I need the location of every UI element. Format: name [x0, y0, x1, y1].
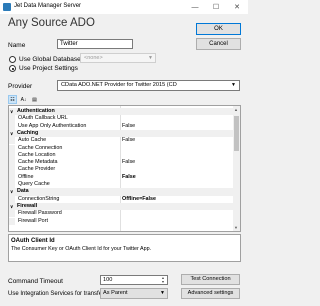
- row-gutter: [9, 217, 15, 225]
- chevron-down-icon: ▼: [231, 82, 236, 88]
- property-row[interactable]: Auto Cache False: [9, 137, 235, 145]
- minimize-button[interactable]: —: [186, 0, 204, 14]
- scroll-down-icon[interactable]: ▼: [234, 225, 238, 230]
- category-label: Firewall: [17, 202, 38, 209]
- window-title: Jet Data Manager Server: [14, 3, 82, 9]
- property-name: Cache Provider: [18, 166, 56, 173]
- property-name: Cache Metadata: [18, 159, 58, 166]
- advanced-settings-button[interactable]: Advanced settings: [181, 288, 240, 299]
- property-row[interactable]: Cache Provider: [9, 166, 235, 174]
- close-button[interactable]: ✕: [228, 0, 246, 14]
- property-value[interactable]: Offline=False: [122, 196, 156, 203]
- property-row[interactable]: Cache Metadata False: [9, 159, 235, 167]
- window-titlebar: Jet Data Manager Server — ☐ ✕: [0, 0, 248, 14]
- alphabetical-sort-icon[interactable]: A↓: [19, 95, 28, 104]
- property-category[interactable]: ∨ Caching: [9, 129, 235, 138]
- use-global-database-label: Use Global Database: [19, 56, 81, 63]
- property-value[interactable]: False: [122, 137, 135, 144]
- property-grid[interactable]: ∨ Authentication OAuth Callback URL Use App…: [8, 105, 241, 232]
- property-name: Cache Location: [18, 151, 56, 158]
- row-gutter: [9, 151, 15, 160]
- property-value[interactable]: False: [122, 159, 135, 166]
- property-row[interactable]: Query Cache: [9, 181, 235, 189]
- scroll-up-icon[interactable]: ▲: [234, 107, 238, 112]
- collapse-toggle-icon[interactable]: ∨: [10, 188, 13, 195]
- description-text: The Consumer Key or OAuth Client Id for …: [11, 246, 152, 252]
- row-gutter: [9, 115, 15, 123]
- property-name: Firewall Password: [18, 210, 62, 217]
- vertical-scrollbar[interactable]: ▲ ▼: [233, 106, 240, 231]
- provider-value: CData ADO.NET Provider for Twitter 2015 …: [61, 82, 177, 88]
- category-label: Data: [17, 188, 29, 195]
- use-project-settings-label: Use Project Settings: [19, 65, 78, 72]
- row-gutter: [9, 173, 15, 181]
- property-pages-icon[interactable]: ▤: [30, 95, 39, 104]
- page-title: Any Source ADO: [8, 17, 95, 29]
- maximize-button[interactable]: ☐: [207, 0, 225, 14]
- row-gutter: [9, 210, 15, 218]
- row-gutter: [9, 159, 15, 167]
- integration-services-value: As Parent: [103, 290, 128, 296]
- global-database-value: <none>: [84, 55, 103, 61]
- property-row[interactable]: ConnectionString Offline=False: [9, 195, 235, 203]
- description-title: OAuth Client Id: [11, 238, 55, 244]
- property-row[interactable]: Use App Only Authentication False: [9, 122, 235, 130]
- property-category[interactable]: ∨ Data: [9, 188, 235, 196]
- collapse-toggle-icon[interactable]: ∨: [10, 203, 13, 210]
- property-row[interactable]: Cache Connection: [9, 144, 235, 152]
- property-grid-toolbar: ☷ A↓ ▤: [8, 95, 39, 105]
- property-name: Auto Cache: [18, 137, 47, 144]
- property-value[interactable]: False: [122, 123, 135, 130]
- app-icon: [3, 3, 11, 11]
- property-value[interactable]: False: [122, 174, 136, 181]
- command-timeout-input[interactable]: 100: [100, 275, 168, 285]
- row-gutter: [9, 166, 15, 174]
- ok-button[interactable]: OK: [196, 23, 241, 35]
- chevron-down-icon: ▼: [148, 55, 153, 61]
- row-gutter: [9, 181, 15, 189]
- integration-services-select[interactable]: As Parent ▼: [100, 288, 168, 299]
- property-category[interactable]: ∨ Firewall: [9, 202, 235, 211]
- property-row[interactable]: Firewall Password: [9, 210, 235, 218]
- property-name: Query Cache: [18, 181, 50, 187]
- scrollbar-thumb[interactable]: [234, 116, 239, 151]
- name-label: Name: [8, 42, 26, 49]
- property-row[interactable]: OAuth Callback URL: [9, 115, 235, 123]
- chevron-down-icon: ▼: [160, 290, 165, 296]
- test-connection-button[interactable]: Test Connection: [181, 274, 240, 285]
- collapse-toggle-icon[interactable]: ∨: [10, 130, 13, 137]
- property-category[interactable]: ∨ Authentication: [9, 108, 235, 116]
- property-row[interactable]: Cache Location: [9, 151, 235, 160]
- category-label: Caching: [17, 129, 39, 136]
- integration-services-label: Use Integration Services for transfer: [8, 291, 105, 297]
- row-gutter: [9, 195, 15, 203]
- property-description-panel: OAuth Client Id The Consumer Key or OAut…: [8, 234, 241, 262]
- property-name: OAuth Callback URL: [18, 115, 68, 122]
- provider-select[interactable]: CData ADO.NET Provider for Twitter 2015 …: [57, 80, 240, 91]
- command-timeout-label: Command Timeout: [8, 278, 63, 285]
- categorized-view-icon[interactable]: ☷: [8, 95, 17, 104]
- use-project-settings-radio[interactable]: [9, 65, 16, 72]
- row-gutter: [9, 122, 15, 130]
- category-label: Authentication: [17, 108, 55, 114]
- provider-label: Provider: [8, 83, 33, 90]
- command-timeout-stepper[interactable]: ▲ ▼: [159, 276, 167, 284]
- property-name: ConnectionString: [18, 195, 60, 202]
- name-input[interactable]: Twitter: [57, 39, 133, 49]
- cancel-button[interactable]: Cancel: [196, 38, 241, 50]
- property-row[interactable]: Offline False: [9, 173, 235, 181]
- collapse-toggle-icon[interactable]: ∨: [10, 108, 13, 115]
- row-gutter: [9, 137, 15, 145]
- property-name: Firewall Port: [18, 217, 48, 224]
- property-name: Offline: [18, 173, 34, 180]
- property-name: Cache Connection: [18, 144, 63, 151]
- use-global-database-radio[interactable]: [9, 56, 16, 63]
- property-row[interactable]: Firewall Port: [9, 217, 235, 225]
- property-name: Use App Only Authentication: [18, 122, 87, 129]
- row-gutter: [9, 144, 15, 152]
- global-database-select: <none> ▼: [80, 53, 156, 63]
